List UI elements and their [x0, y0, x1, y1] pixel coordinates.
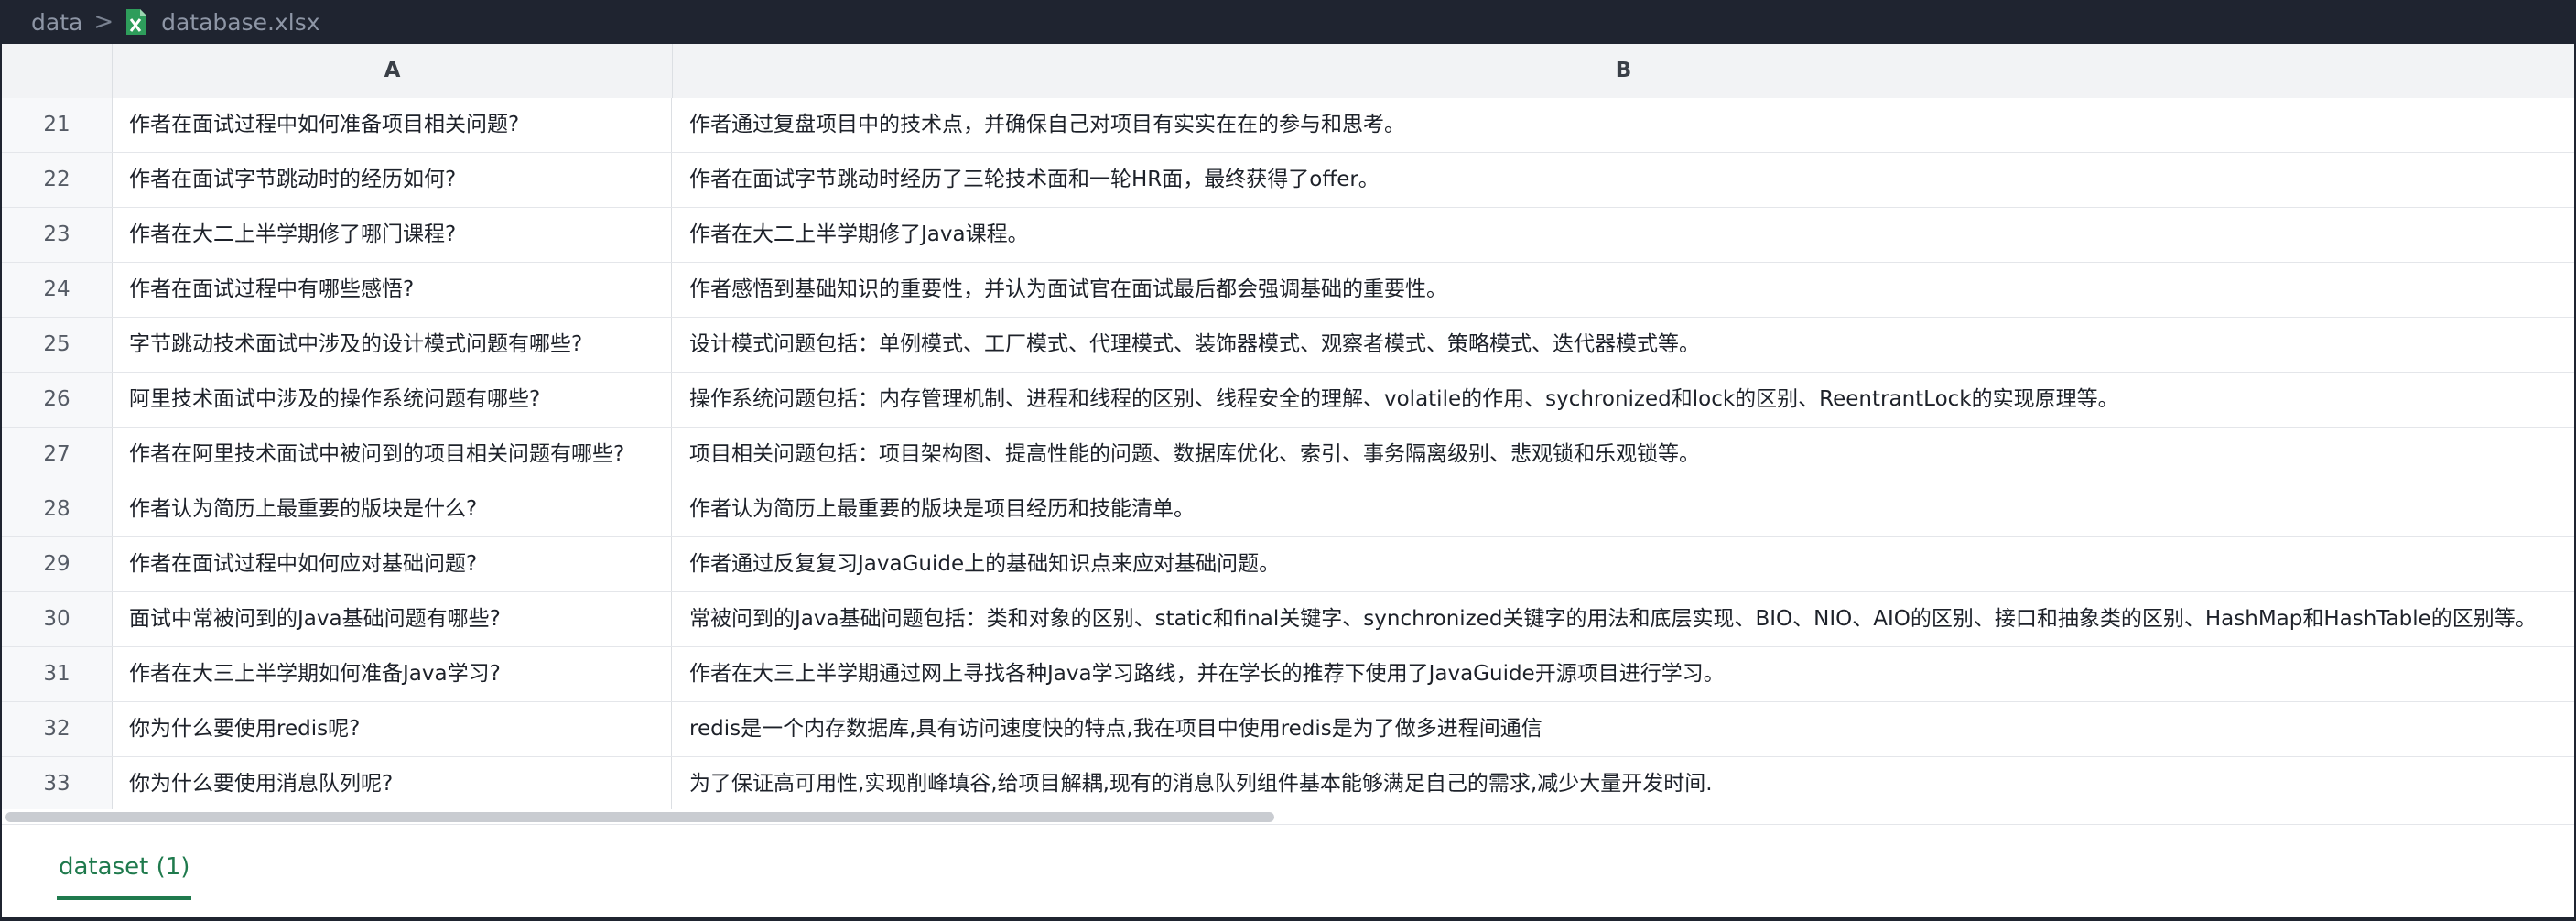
horizontal-scrollbar[interactable]	[2, 809, 2574, 824]
cell-a[interactable]: 你为什么要使用redis呢?	[113, 702, 672, 756]
table-row: 27 作者在阿里技术面试中被问到的项目相关问题有哪些? 项目相关问题包括：项目架构图…	[2, 428, 2574, 482]
cell-a[interactable]: 你为什么要使用消息队列呢?	[113, 757, 672, 811]
breadcrumb: data > database.xlsx	[0, 0, 2576, 44]
table-row: 26 阿里技术面试中涉及的操作系统问题有哪些? 操作系统问题包括：内存管理机制、进程…	[2, 373, 2574, 428]
table-row: 28 作者认为简历上最重要的版块是什么? 作者认为简历上最重要的版块是项目经历和技能…	[2, 482, 2574, 537]
table-row: 32 你为什么要使用redis呢? redis是一个内存数据库,具有访问速度快的特点…	[2, 702, 2574, 757]
row-number[interactable]: 28	[2, 482, 113, 536]
cell-a[interactable]: 面试中常被问到的Java基础问题有哪些?	[113, 592, 672, 646]
spreadsheet-viewer: data > database.xlsx A B 21 作者在面试过程中如何准备项…	[0, 0, 2576, 921]
table-row: 31 作者在大三上半学期如何准备Java学习? 作者在大三上半学期通过网上寻找各种J…	[2, 647, 2574, 702]
row-number[interactable]: 25	[2, 318, 113, 372]
row-number[interactable]: 22	[2, 153, 113, 207]
cell-a[interactable]: 字节跳动技术面试中涉及的设计模式问题有哪些?	[113, 318, 672, 372]
row-number[interactable]: 23	[2, 208, 113, 262]
cell-a[interactable]: 作者在阿里技术面试中被问到的项目相关问题有哪些?	[113, 428, 672, 482]
column-header-row: A B	[2, 44, 2574, 99]
cell-a[interactable]: 作者在大二上半学期修了哪门课程?	[113, 208, 672, 262]
row-number[interactable]: 30	[2, 592, 113, 646]
row-number[interactable]: 32	[2, 702, 113, 756]
cell-b[interactable]: 作者感悟到基础知识的重要性，并认为面试官在面试最后都会强调基础的重要性。	[673, 263, 2574, 317]
horizontal-scrollbar-thumb[interactable]	[5, 812, 1274, 822]
excel-file-icon	[126, 9, 147, 35]
cell-b[interactable]: redis是一个内存数据库,具有访问速度快的特点,我在项目中使用redis是为了…	[673, 702, 2574, 756]
cell-b[interactable]: 操作系统问题包括：内存管理机制、进程和线程的区别、线程安全的理解、volatil…	[673, 373, 2574, 427]
cell-a[interactable]: 作者在面试过程中有哪些感悟?	[113, 263, 672, 317]
table-row: 29 作者在面试过程中如何应对基础问题? 作者通过反复复习JavaGuide上的基础…	[2, 537, 2574, 592]
cell-a[interactable]: 作者在面试字节跳动时的经历如何?	[113, 153, 672, 207]
table-row: 30 面试中常被问到的Java基础问题有哪些? 常被问到的Java基础问题包括：类和…	[2, 592, 2574, 647]
table-row: 21 作者在面试过程中如何准备项目相关问题? 作者通过复盘项目中的技术点，并确保自己…	[2, 98, 2574, 153]
row-number[interactable]: 26	[2, 373, 113, 427]
row-number[interactable]: 21	[2, 98, 113, 152]
breadcrumb-separator: >	[93, 8, 114, 36]
cell-b[interactable]: 设计模式问题包括：单例模式、工厂模式、代理模式、装饰器模式、观察者模式、策略模式…	[673, 318, 2574, 372]
cell-a[interactable]: 作者认为简历上最重要的版块是什么?	[113, 482, 672, 536]
column-header-a[interactable]: A	[113, 44, 673, 98]
table-row: 23 作者在大二上半学期修了哪门课程? 作者在大二上半学期修了Java课程。	[2, 208, 2574, 263]
column-header-b[interactable]: B	[673, 44, 2574, 98]
table-row: 22 作者在面试字节跳动时的经历如何? 作者在面试字节跳动时经历了三轮技术面和一轮H…	[2, 153, 2574, 208]
cell-b[interactable]: 作者在大三上半学期通过网上寻找各种Java学习路线，并在学长的推荐下使用了Jav…	[673, 647, 2574, 701]
rows-container: 21 作者在面试过程中如何准备项目相关问题? 作者通过复盘项目中的技术点，并确保自己…	[2, 98, 2574, 812]
cell-b[interactable]: 作者通过反复复习JavaGuide上的基础知识点来应对基础问题。	[673, 537, 2574, 591]
row-number[interactable]: 29	[2, 537, 113, 591]
cell-b[interactable]: 常被问到的Java基础问题包括：类和对象的区别、static和final关键字、…	[673, 592, 2574, 646]
breadcrumb-file[interactable]: database.xlsx	[161, 9, 319, 36]
select-all-corner[interactable]	[2, 44, 113, 98]
table-row: 25 字节跳动技术面试中涉及的设计模式问题有哪些? 设计模式问题包括：单例模式、工厂…	[2, 318, 2574, 373]
cell-b[interactable]: 作者在大二上半学期修了Java课程。	[673, 208, 2574, 262]
cell-a[interactable]: 阿里技术面试中涉及的操作系统问题有哪些?	[113, 373, 672, 427]
row-number[interactable]: 33	[2, 757, 113, 811]
row-number[interactable]: 27	[2, 428, 113, 482]
row-number[interactable]: 24	[2, 263, 113, 317]
cell-b[interactable]: 项目相关问题包括：项目架构图、提高性能的问题、数据库优化、索引、事务隔离级别、悲…	[673, 428, 2574, 482]
cell-b[interactable]: 作者在面试字节跳动时经历了三轮技术面和一轮HR面，最终获得了offer。	[673, 153, 2574, 207]
cell-a[interactable]: 作者在大三上半学期如何准备Java学习?	[113, 647, 672, 701]
cell-a[interactable]: 作者在面试过程中如何准备项目相关问题?	[113, 98, 672, 152]
sheet-grid: A B 21 作者在面试过程中如何准备项目相关问题? 作者通过复盘项目中的技术点，并…	[2, 44, 2574, 917]
table-row: 33 你为什么要使用消息队列呢? 为了保证高可用性,实现削峰填谷,给项目解耦,现有的…	[2, 757, 2574, 812]
table-row: 24 作者在面试过程中有哪些感悟? 作者感悟到基础知识的重要性，并认为面试官在面试最…	[2, 263, 2574, 318]
sheet-tab-bar: dataset (1)	[2, 824, 2574, 917]
breadcrumb-root[interactable]: data	[31, 9, 82, 36]
cell-b[interactable]: 作者通过复盘项目中的技术点，并确保自己对项目有实实在在的参与和思考。	[673, 98, 2574, 152]
cell-a[interactable]: 作者在面试过程中如何应对基础问题?	[113, 537, 672, 591]
cell-b[interactable]: 为了保证高可用性,实现削峰填谷,给项目解耦,现有的消息队列组件基本能够满足自己的…	[673, 757, 2574, 811]
tab-dataset[interactable]: dataset (1)	[57, 845, 192, 900]
cell-b[interactable]: 作者认为简历上最重要的版块是项目经历和技能清单。	[673, 482, 2574, 536]
row-number[interactable]: 31	[2, 647, 113, 701]
